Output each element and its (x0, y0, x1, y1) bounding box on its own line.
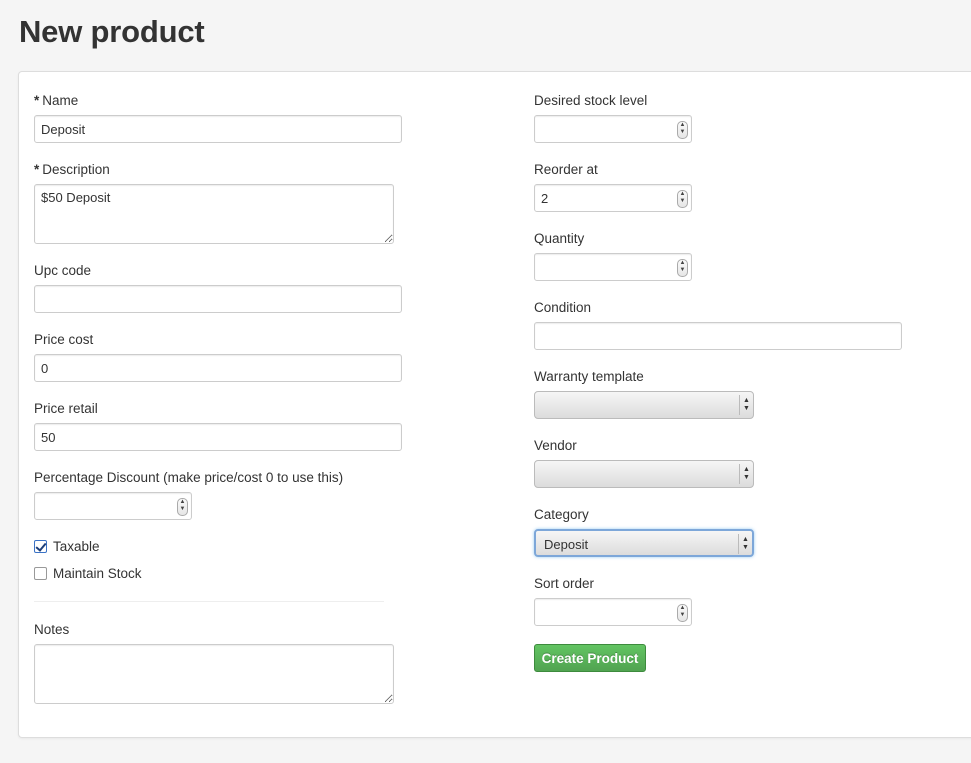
quantity-input[interactable]: ▲ ▼ (534, 253, 692, 281)
maintain-stock-label: Maintain Stock (53, 566, 142, 581)
sort-order-field: Sort order ▲ ▼ (534, 576, 692, 626)
create-product-button[interactable]: Create Product (534, 644, 646, 672)
vendor-field: Vendor ▲ ▼ (534, 438, 754, 488)
price-cost-field: Price cost (34, 332, 402, 382)
warranty-template-select[interactable]: ▲ ▼ (534, 391, 754, 419)
price-retail-input[interactable] (34, 423, 402, 451)
up-down-spinner-icon[interactable]: ▲ ▼ (677, 604, 688, 622)
vendor-label: Vendor (534, 438, 577, 453)
reorder-at-value: 2 (541, 191, 549, 206)
desired-stock-level-input[interactable]: ▲ ▼ (534, 115, 692, 143)
desired-stock-level-label: Desired stock level (534, 93, 648, 108)
vendor-select[interactable]: ▲ ▼ (534, 460, 754, 488)
condition-input[interactable] (534, 322, 902, 350)
maintain-stock-checkbox-row[interactable]: Maintain Stock (34, 566, 142, 581)
desired-stock-level-field: Desired stock level ▲ ▼ (534, 93, 692, 143)
category-selected: Deposit (544, 537, 589, 552)
name-field: * Name (34, 93, 402, 143)
up-down-spinner-icon[interactable]: ▲ ▼ (677, 190, 688, 208)
upc-code-input[interactable] (34, 285, 402, 313)
warranty-template-label: Warranty template (534, 369, 644, 384)
description-textarea[interactable]: $50 Deposit (34, 184, 394, 244)
category-field: Category Deposit ▲ ▼ (534, 507, 754, 557)
description-label: * Description (34, 162, 394, 178)
taxable-checkbox-row[interactable]: Taxable (34, 539, 100, 554)
product-form-panel: *Name *Description $50 Deposit Upc code … (18, 71, 971, 738)
up-down-spinner-icon[interactable]: ▲ ▼ (177, 498, 188, 516)
description-field: * Description $50 Deposit (34, 162, 394, 244)
sort-order-input[interactable]: ▲ ▼ (534, 598, 692, 626)
percentage-discount-field: Percentage Discount (make price/cost 0 t… (34, 470, 343, 520)
up-down-arrow-icon: ▲ ▼ (738, 534, 752, 554)
price-cost-label: Price cost (34, 332, 94, 347)
reorder-at-label: Reorder at (534, 162, 598, 177)
notes-textarea[interactable] (34, 644, 394, 704)
price-retail-field: Price retail (34, 401, 402, 451)
taxable-checkbox[interactable] (34, 540, 47, 553)
reorder-at-field: Reorder at 2 ▲ ▼ (534, 162, 692, 212)
upc-code-label: Upc code (34, 263, 92, 278)
maintain-stock-checkbox[interactable] (34, 567, 47, 580)
price-cost-input[interactable] (34, 354, 402, 382)
condition-field: Condition (534, 300, 902, 350)
upc-code-field: Upc code (34, 263, 402, 313)
quantity-field: Quantity ▲ ▼ (534, 231, 692, 281)
notes-label: Notes (34, 622, 70, 637)
description-label-text: Description (42, 162, 110, 177)
required-mark: * (34, 162, 40, 177)
price-retail-label: Price retail (34, 401, 98, 416)
category-label: Category (534, 507, 589, 522)
reorder-at-input[interactable]: 2 ▲ ▼ (534, 184, 692, 212)
section-divider (34, 601, 384, 602)
page-title: New product (19, 14, 205, 49)
name-label: * Name (34, 93, 402, 109)
taxable-label: Taxable (53, 539, 100, 554)
percentage-discount-input[interactable]: ▲ ▼ (34, 492, 192, 520)
warranty-template-field: Warranty template ▲ ▼ (534, 369, 754, 419)
quantity-label: Quantity (534, 231, 585, 246)
required-mark: * (34, 93, 40, 108)
name-label-text: Name (42, 93, 79, 108)
sort-order-label: Sort order (534, 576, 595, 591)
up-down-spinner-icon[interactable]: ▲ ▼ (677, 259, 688, 277)
up-down-arrow-icon: ▲ ▼ (739, 395, 753, 415)
category-select[interactable]: Deposit ▲ ▼ (534, 529, 754, 557)
percentage-discount-label: Percentage Discount (make price/cost 0 t… (34, 470, 344, 485)
name-input[interactable] (34, 115, 402, 143)
notes-field: Notes (34, 622, 394, 704)
up-down-spinner-icon[interactable]: ▲ ▼ (677, 121, 688, 139)
condition-label: Condition (534, 300, 592, 315)
up-down-arrow-icon: ▲ ▼ (739, 464, 753, 484)
